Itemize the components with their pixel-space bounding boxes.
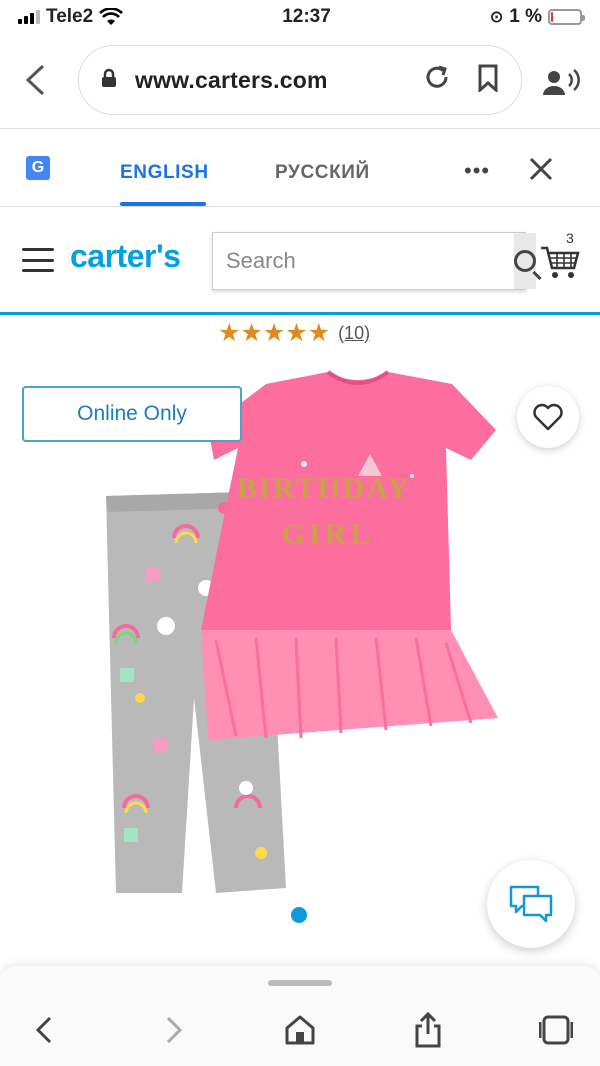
google-translate-icon: 文 G [26, 156, 62, 190]
reader-voice-icon[interactable] [542, 68, 582, 103]
search-button[interactable] [514, 233, 536, 289]
shirt-text-birthday: BIRTHDAY [237, 472, 411, 505]
toolbar-divider [0, 128, 600, 129]
header-rule [0, 312, 600, 315]
cart-count: 3 [566, 230, 574, 246]
translate-divider [0, 206, 600, 207]
product-image[interactable]: BIRTHDAY GIRL [96, 368, 506, 908]
site-header: carter's 3 [0, 226, 600, 296]
browser-toolbar: www.carters.com [0, 44, 600, 116]
rating-stars: ★★★★★ [218, 319, 331, 347]
battery-icon [547, 9, 585, 25]
product-rating[interactable]: ★★★★★ (10) [218, 318, 370, 348]
status-left: Tele2 [18, 6, 124, 28]
reload-icon[interactable] [423, 63, 451, 98]
wifi-icon [99, 8, 124, 25]
online-only-badge: Online Only [22, 386, 242, 442]
shirt-text-girl: GIRL [282, 518, 375, 551]
orientation-lock-icon: ⊙ [489, 9, 504, 26]
heart-icon [533, 403, 563, 431]
lock-icon [101, 68, 117, 93]
battery-percent: 1 % [509, 6, 542, 27]
share-icon[interactable] [408, 1010, 448, 1050]
bookmark-icon[interactable] [477, 64, 499, 97]
review-count-link[interactable]: (10) [338, 323, 370, 344]
sheet-handle[interactable] [268, 980, 332, 986]
tabs-icon[interactable] [536, 1010, 576, 1050]
status-right: ⊙ 1 % [489, 6, 585, 28]
more-options-icon[interactable]: ••• [464, 158, 490, 184]
clock: 12:37 [282, 6, 331, 27]
nav-forward-icon[interactable] [154, 1010, 194, 1050]
cart-icon[interactable] [540, 244, 580, 280]
carrier-label: Tele2 [46, 6, 94, 27]
nav-back-icon[interactable] [24, 1010, 64, 1050]
chat-icon [509, 885, 553, 923]
search-box [212, 232, 536, 290]
carousel-dot[interactable] [291, 907, 307, 923]
browser-bottom-bar [0, 966, 600, 1066]
tab-english[interactable]: ENGLISH [120, 162, 209, 184]
close-icon[interactable] [528, 152, 554, 188]
status-bar: Tele2 12:37 ⊙ 1 % [0, 0, 600, 34]
tab-russian[interactable]: РУССКИЙ [275, 162, 370, 184]
menu-icon[interactable] [22, 248, 54, 272]
browser-back-icon[interactable] [0, 63, 70, 97]
translate-bar: 文 G ENGLISH РУССКИЙ ••• [0, 140, 600, 206]
carters-logo[interactable]: carter's [70, 238, 181, 275]
home-icon[interactable] [280, 1010, 320, 1050]
favorite-button[interactable] [517, 386, 579, 448]
search-input[interactable] [213, 233, 514, 289]
url-text[interactable]: www.carters.com [135, 67, 423, 94]
address-bar[interactable]: www.carters.com [78, 45, 522, 115]
chat-button[interactable] [487, 860, 575, 948]
signal-icon [18, 10, 40, 24]
shirt-illustration: BIRTHDAY GIRL [201, 370, 498, 740]
search-icon [514, 250, 536, 272]
